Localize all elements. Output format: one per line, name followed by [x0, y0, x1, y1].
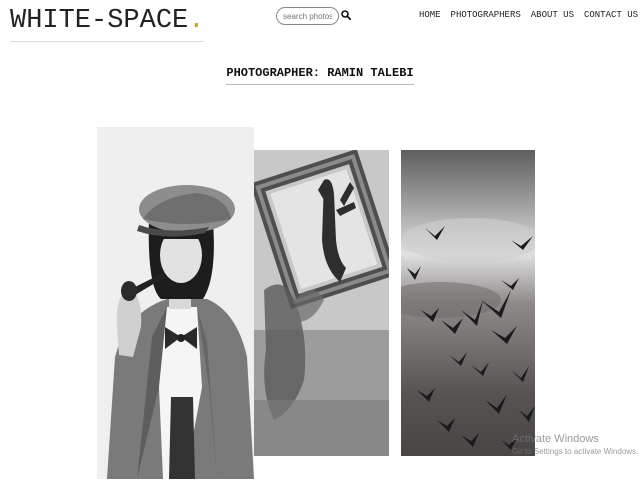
windows-activation-watermark: Activate Windows Go to Settings to activ…: [512, 433, 638, 456]
nav-contact-us-link[interactable]: CONTACT US: [584, 10, 638, 20]
nav-about-us-link[interactable]: ABOUT US: [531, 10, 574, 20]
page-title-wrap: PHOTOGRAPHER: RAMIN TALEBI: [0, 63, 640, 85]
nav-photographers-link[interactable]: PHOTOGRAPHERS: [451, 10, 521, 20]
watermark-title: Activate Windows: [512, 433, 599, 445]
site-logo[interactable]: WHITE-SPACE.: [10, 6, 204, 42]
nav-home-link[interactable]: HOME: [419, 10, 441, 20]
photo-birds-art: [401, 150, 535, 456]
logo-accent-dot: .: [188, 6, 205, 36]
photo-hand-mirror[interactable]: [254, 150, 389, 456]
main-nav: HOME PHOTOGRAPHERS ABOUT US CONTACT US: [419, 10, 638, 20]
photo-mirror-art: [254, 150, 389, 456]
photo-portrait-art: [97, 127, 254, 479]
watermark-subtitle: Go to Settings to activate Windows.: [512, 447, 639, 456]
photo-birds-sky[interactable]: [401, 150, 535, 456]
logo-text: WHITE-SPACE: [10, 6, 189, 36]
search-icon[interactable]: [341, 10, 351, 20]
search-input[interactable]: [276, 7, 339, 25]
photo-portrait-woman[interactable]: [97, 127, 254, 479]
page-title: PHOTOGRAPHER: RAMIN TALEBI: [226, 66, 414, 85]
